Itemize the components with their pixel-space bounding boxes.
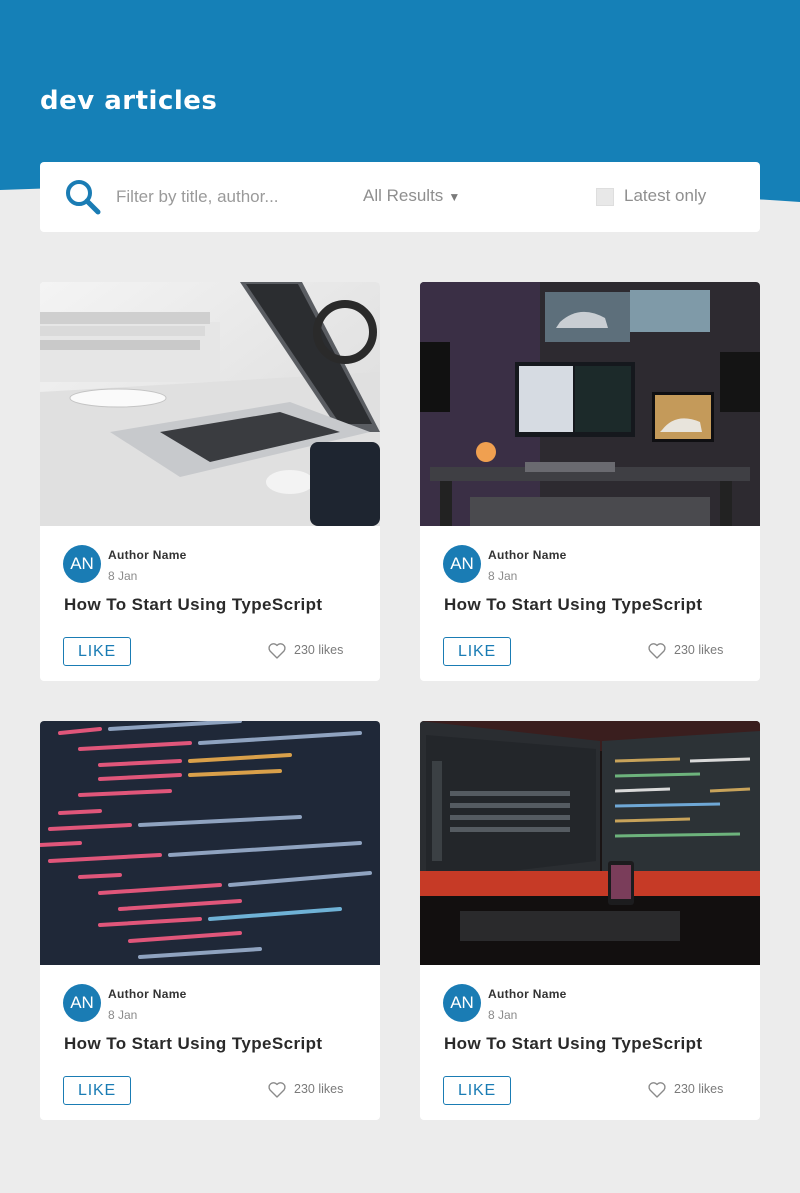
avatar[interactable]: AN (443, 984, 481, 1022)
latest-only-checkbox[interactable] (596, 188, 614, 206)
article-image[interactable] (40, 721, 380, 965)
article-date: 8 Jan (488, 569, 518, 583)
article-date: 8 Jan (108, 1008, 138, 1022)
author-name[interactable]: Author Name (488, 987, 567, 1001)
likes-count: 230 likes (294, 643, 344, 657)
code-screen-photo (40, 721, 380, 965)
like-button[interactable]: LIKE (63, 1076, 131, 1105)
author-name[interactable]: Author Name (488, 548, 567, 562)
avatar[interactable]: AN (443, 545, 481, 583)
heart-icon[interactable] (267, 1080, 287, 1100)
author-name[interactable]: Author Name (108, 987, 187, 1001)
article-image[interactable] (420, 282, 760, 526)
heart-icon[interactable] (647, 1080, 667, 1100)
article-card[interactable]: AN Author Name 8 Jan How To Start Using … (40, 282, 380, 681)
avatar[interactable]: AN (63, 545, 101, 583)
like-button[interactable]: LIKE (443, 637, 511, 666)
article-image[interactable] (40, 282, 380, 526)
article-card[interactable]: AN Author Name 8 Jan How To Start Using … (40, 721, 380, 1120)
laptop-desk-photo (40, 282, 380, 526)
article-title[interactable]: How To Start Using TypeScript (444, 1034, 702, 1054)
caret-down-icon: ▼ (448, 190, 461, 204)
article-image[interactable] (420, 721, 760, 965)
results-filter-select[interactable]: All Results ▼ (363, 186, 460, 206)
article-title[interactable]: How To Start Using TypeScript (64, 595, 322, 615)
article-card[interactable]: AN Author Name 8 Jan How To Start Using … (420, 721, 760, 1120)
results-filter-label: All Results (363, 186, 444, 205)
like-button[interactable]: LIKE (443, 1076, 511, 1105)
likes-count: 230 likes (674, 643, 724, 657)
heart-icon[interactable] (647, 641, 667, 661)
author-name[interactable]: Author Name (108, 548, 187, 562)
search-bar: All Results ▼ Latest only (40, 162, 760, 232)
article-date: 8 Jan (108, 569, 138, 583)
likes-count: 230 likes (674, 1082, 724, 1096)
search-input[interactable] (116, 182, 336, 212)
latest-only-label[interactable]: Latest only (624, 186, 706, 206)
article-date: 8 Jan (488, 1008, 518, 1022)
desk-setup-photo (420, 282, 760, 526)
article-card[interactable]: AN Author Name 8 Jan How To Start Using … (420, 282, 760, 681)
avatar[interactable]: AN (63, 984, 101, 1022)
brand-title: dev articles (40, 86, 218, 116)
search-icon[interactable] (64, 178, 102, 216)
likes-count: 230 likes (294, 1082, 344, 1096)
monitors-red-light-photo (420, 721, 760, 965)
heart-icon[interactable] (267, 641, 287, 661)
article-title[interactable]: How To Start Using TypeScript (64, 1034, 322, 1054)
like-button[interactable]: LIKE (63, 637, 131, 666)
article-title[interactable]: How To Start Using TypeScript (444, 595, 702, 615)
